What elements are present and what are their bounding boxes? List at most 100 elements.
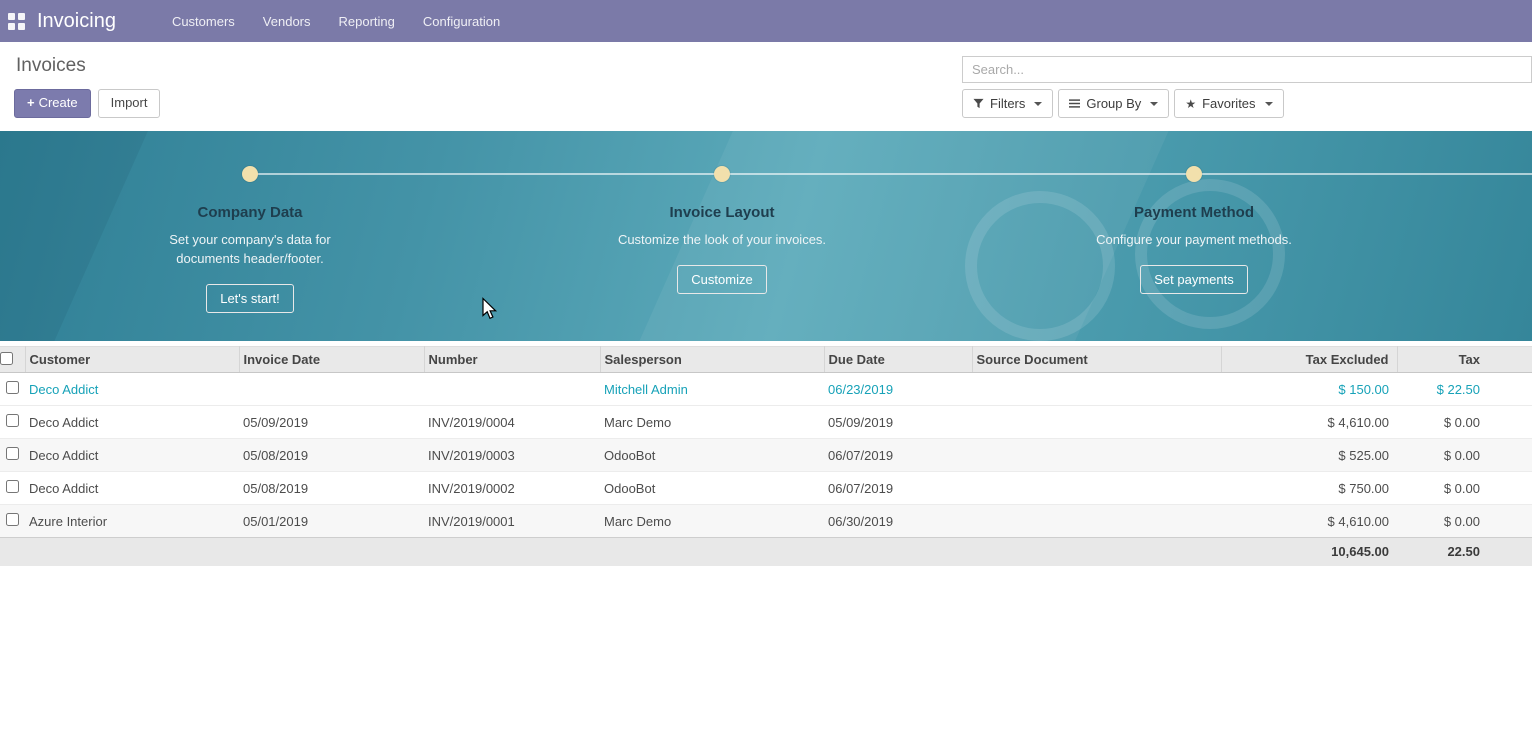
chevron-down-icon (1150, 102, 1158, 106)
cell-customer: Deco Addict (25, 373, 239, 406)
totals-empty-cell (824, 538, 972, 566)
app-title[interactable]: Invoicing (37, 10, 116, 33)
column-header-invoice-date[interactable]: Invoice Date (239, 347, 424, 373)
cell-salesperson: Mitchell Admin (600, 373, 824, 406)
column-header-due-date[interactable]: Due Date (824, 347, 972, 373)
row-checkbox[interactable] (6, 513, 19, 526)
row-checkbox[interactable] (6, 414, 19, 427)
table-row[interactable]: Azure Interior 05/01/2019 INV/2019/0001 … (0, 505, 1532, 538)
cell-tax-excluded: $ 150.00 (1221, 373, 1397, 406)
cell-customer: Azure Interior (25, 505, 239, 538)
group-by-button[interactable]: Group By (1058, 89, 1169, 118)
column-header-salesperson[interactable]: Salesperson (600, 347, 824, 373)
cell-salesperson: Marc Demo (600, 406, 824, 439)
chevron-down-icon (1265, 102, 1273, 106)
column-header-tax-excluded[interactable]: Tax Excluded (1221, 347, 1397, 373)
apps-grid-square (8, 23, 15, 30)
table-row[interactable]: Deco Addict 05/08/2019 INV/2019/0002 Odo… (0, 472, 1532, 505)
cell-tax-excluded: $ 750.00 (1221, 472, 1397, 505)
apps-grid-square (18, 13, 25, 20)
cell-due-date: 05/09/2019 (824, 406, 972, 439)
menu-customers[interactable]: Customers (172, 14, 235, 29)
chevron-down-icon (1034, 102, 1042, 106)
column-header-number[interactable]: Number (424, 347, 600, 373)
action-buttons: + Create Import (14, 89, 160, 118)
column-header-customer[interactable]: Customer (25, 347, 239, 373)
step-description: Configure your payment methods. (1088, 230, 1300, 249)
import-button[interactable]: Import (98, 89, 161, 118)
cell-customer: Deco Addict (25, 439, 239, 472)
cell-due-date: 06/07/2019 (824, 439, 972, 472)
step-description: Set your company's data for documents he… (144, 230, 356, 268)
create-button-label: Create (39, 95, 78, 110)
cell-invoice-date (239, 373, 424, 406)
group-by-icon (1069, 98, 1080, 109)
cell-tax: $ 0.00 (1397, 406, 1532, 439)
timeline-dot (714, 166, 730, 182)
cell-tax-excluded: $ 525.00 (1221, 439, 1397, 472)
onboarding-banner: Company Data Set your company's data for… (0, 131, 1532, 341)
row-checkbox-cell (0, 472, 25, 505)
table-totals-row: 10,645.00 22.50 (0, 538, 1532, 566)
cell-customer: Deco Addict (25, 472, 239, 505)
funnel-icon (973, 98, 984, 109)
onboarding-timeline-line (250, 173, 1532, 175)
table-row[interactable]: Deco Addict 05/09/2019 INV/2019/0004 Mar… (0, 406, 1532, 439)
cell-salesperson: OdooBot (600, 439, 824, 472)
totals-empty-cell (600, 538, 824, 566)
total-tax-excluded: 10,645.00 (1221, 538, 1397, 566)
lets-start-button[interactable]: Let's start! (206, 284, 294, 313)
main-menu: Customers Vendors Reporting Configuratio… (172, 14, 500, 29)
cell-due-date: 06/07/2019 (824, 472, 972, 505)
favorites-button[interactable]: ★ Favorites (1174, 89, 1283, 118)
top-navbar: Invoicing Customers Vendors Reporting Co… (0, 0, 1532, 42)
totals-empty-cell (0, 538, 25, 566)
create-button[interactable]: + Create (14, 89, 91, 118)
plus-icon: + (27, 95, 35, 110)
menu-vendors[interactable]: Vendors (263, 14, 311, 29)
row-checkbox-cell (0, 406, 25, 439)
step-description: Customize the look of your invoices. (616, 230, 828, 249)
cell-tax-excluded: $ 4,610.00 (1221, 505, 1397, 538)
cell-tax: $ 0.00 (1397, 472, 1532, 505)
table-row[interactable]: Deco Addict Mitchell Admin 06/23/2019 $ … (0, 373, 1532, 406)
total-tax: 22.50 (1397, 538, 1532, 566)
menu-reporting[interactable]: Reporting (339, 14, 395, 29)
column-header-tax[interactable]: Tax (1397, 347, 1532, 373)
row-checkbox-cell (0, 439, 25, 472)
cell-due-date: 06/23/2019 (824, 373, 972, 406)
group-by-label: Group By (1086, 96, 1141, 111)
cell-tax-excluded: $ 4,610.00 (1221, 406, 1397, 439)
filters-button[interactable]: Filters (962, 89, 1053, 118)
row-checkbox[interactable] (6, 381, 19, 394)
star-icon: ★ (1185, 98, 1196, 110)
set-payments-button[interactable]: Set payments (1140, 265, 1248, 294)
apps-menu-icon[interactable] (8, 13, 25, 30)
select-all-checkbox-cell (0, 347, 25, 373)
column-header-source-document[interactable]: Source Document (972, 347, 1221, 373)
timeline-dot (242, 166, 258, 182)
cell-salesperson: Marc Demo (600, 505, 824, 538)
cell-source-document (972, 505, 1221, 538)
search-input[interactable] (962, 56, 1532, 83)
apps-grid-square (18, 23, 25, 30)
table-header-row: Customer Invoice Date Number Salesperson… (0, 347, 1532, 373)
cell-source-document (972, 439, 1221, 472)
cell-invoice-date: 05/09/2019 (239, 406, 424, 439)
row-checkbox[interactable] (6, 480, 19, 493)
totals-empty-cell (972, 538, 1221, 566)
filters-label: Filters (990, 96, 1025, 111)
cell-customer: Deco Addict (25, 406, 239, 439)
menu-configuration[interactable]: Configuration (423, 14, 500, 29)
step-title: Payment Method (1079, 204, 1309, 221)
favorites-label: Favorites (1202, 96, 1255, 111)
cell-tax: $ 0.00 (1397, 439, 1532, 472)
table-row[interactable]: Deco Addict 05/08/2019 INV/2019/0003 Odo… (0, 439, 1532, 472)
cell-source-document (972, 472, 1221, 505)
step-title: Company Data (135, 204, 365, 221)
cell-number: INV/2019/0001 (424, 505, 600, 538)
select-all-checkbox[interactable] (0, 352, 13, 365)
row-checkbox[interactable] (6, 447, 19, 460)
customize-button[interactable]: Customize (677, 265, 766, 294)
cell-number: INV/2019/0004 (424, 406, 600, 439)
